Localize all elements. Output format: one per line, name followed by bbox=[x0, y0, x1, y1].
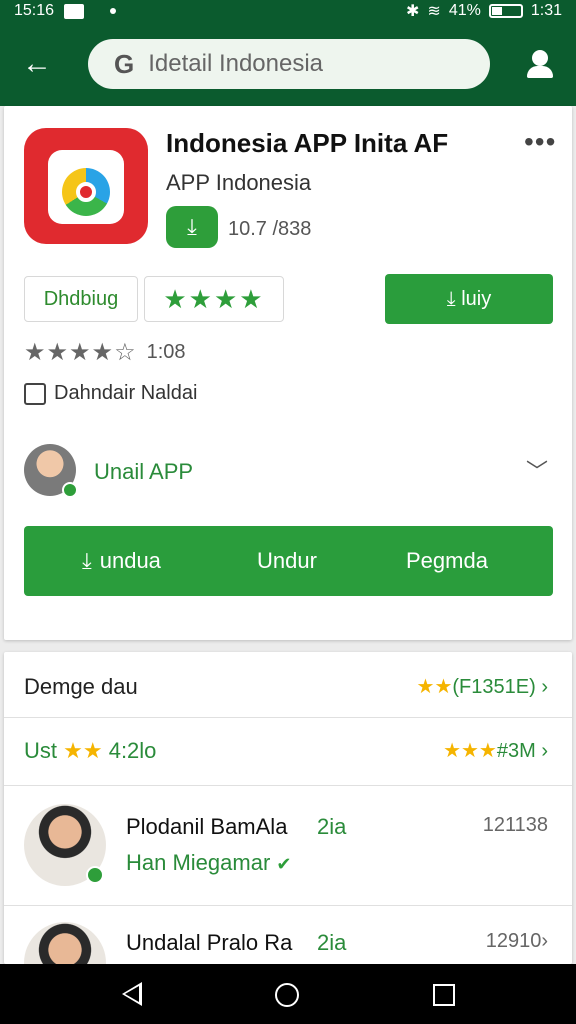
google-g-icon: G bbox=[114, 48, 135, 79]
install-button[interactable]: ⤓ luiy bbox=[385, 274, 553, 324]
download-action-label: undua bbox=[99, 548, 161, 573]
app-title: Indonesia APP Inita AF bbox=[166, 128, 449, 158]
chevron-down-icon[interactable]: ﹀ bbox=[526, 454, 548, 486]
app-bar: ← G Idetail Indonesia bbox=[0, 22, 576, 106]
pegmda-action-button[interactable]: Pegmda bbox=[406, 548, 488, 574]
review-item[interactable]: Undalal Pralo Ra 2ia 12910› bbox=[4, 906, 572, 964]
nav-home-icon[interactable] bbox=[275, 983, 299, 1007]
app-publisher[interactable]: APP Indonesia bbox=[166, 170, 311, 196]
search-input[interactable]: G Idetail Indonesia bbox=[88, 39, 490, 89]
user-ratings-stars-right: ★★★ bbox=[443, 740, 497, 762]
checkbox-icon bbox=[24, 382, 46, 405]
review-date-text: 12910 bbox=[485, 930, 542, 952]
reviewer-avatar bbox=[24, 804, 106, 886]
user-ratings-value-left: 4:2lo bbox=[108, 738, 157, 763]
verified-check-icon: ✔ bbox=[276, 854, 292, 874]
user-ratings-row[interactable]: Ust ★★ 4:2lo ★★★#3M › bbox=[4, 718, 572, 786]
battery-icon bbox=[488, 4, 523, 18]
review-date: 12910› bbox=[486, 930, 548, 953]
bluetooth-icon: ✱ bbox=[406, 3, 420, 20]
user-ratings-summary: ★★★#3M › bbox=[443, 738, 548, 763]
rating-value: 1:08 bbox=[146, 341, 186, 363]
wifi-icon: ≋ bbox=[427, 3, 441, 20]
review-item[interactable]: Plodanil BamAla 2ia 121138 Han Miegamar … bbox=[4, 786, 572, 906]
app-detail-card: Indonesia APP Inita AF ••• APP Indonesia… bbox=[4, 106, 572, 640]
info-text: Dahndair Naldai bbox=[54, 382, 198, 404]
user-ratings-value-right: #3M bbox=[496, 740, 536, 762]
user-ratings-title: Ust bbox=[24, 738, 57, 763]
rating-stars: ★★★★☆ bbox=[24, 339, 137, 366]
ratings-row[interactable]: Demge dau ★★(F1351E) › bbox=[4, 652, 572, 718]
review-subtitle-text: Han Miegamar bbox=[126, 850, 271, 875]
download-action-button[interactable]: ⤓ undua bbox=[82, 548, 161, 574]
nav-recent-icon[interactable] bbox=[433, 984, 455, 1006]
review-date: 121138 bbox=[482, 814, 548, 836]
developer-name[interactable]: Unail APP bbox=[94, 459, 193, 485]
download-icon: ⤓ bbox=[166, 206, 218, 248]
chevron-right-icon: › bbox=[541, 740, 548, 762]
info-row[interactable]: Dahndair Naldai bbox=[24, 382, 197, 405]
app-icon bbox=[24, 128, 148, 244]
nav-back-icon[interactable] bbox=[122, 982, 142, 1006]
reviewer-name: Plodanil BamAla bbox=[126, 814, 288, 839]
ratings-value: (F1351E) bbox=[452, 676, 536, 698]
verified-icon bbox=[86, 866, 104, 884]
rating-row: ★★★★☆ 1:08 bbox=[24, 338, 186, 367]
system-nav-bar bbox=[0, 964, 576, 1024]
reviews-card: Demge dau ★★(F1351E) › Ust ★★ 4:2lo ★★★#… bbox=[4, 652, 572, 964]
status-time: 15:16 bbox=[14, 2, 55, 19]
download-count: 10.7 /838 bbox=[228, 218, 312, 240]
reviewer-avatar bbox=[24, 922, 106, 964]
action-bar: ⤓ undua Undur Pegmda bbox=[24, 526, 553, 596]
review-tag: 2ia bbox=[317, 814, 347, 839]
user-ratings-label: Ust ★★ 4:2lo bbox=[24, 738, 156, 764]
reviewer-name: Undalal Pralo Ra bbox=[126, 930, 293, 955]
verified-icon bbox=[62, 482, 78, 498]
review-tag: 2ia bbox=[317, 930, 347, 955]
search-placeholder: Idetail Indonesia bbox=[148, 50, 324, 77]
status-bar: 15:16 ✱ ≋ 41% 1:31 bbox=[0, 0, 576, 22]
user-ratings-stars-left: ★★ bbox=[63, 738, 103, 763]
battery-percent: 41% bbox=[448, 2, 481, 19]
download-action-icon: ⤓ bbox=[82, 548, 92, 573]
review-subtitle: Han Miegamar ✔ bbox=[126, 850, 292, 876]
chip-category[interactable]: Dhdbiug bbox=[24, 276, 138, 322]
account-icon[interactable] bbox=[524, 48, 556, 80]
status-clock-right: 1:31 bbox=[530, 2, 562, 19]
developer-avatar[interactable] bbox=[24, 444, 78, 498]
back-arrow-icon[interactable]: ← bbox=[22, 48, 54, 80]
ratings-stars: ★★ bbox=[416, 676, 453, 698]
notification-icon bbox=[64, 3, 85, 19]
install-icon: ⤓ bbox=[446, 287, 462, 310]
more-icon[interactable]: ••• bbox=[524, 126, 556, 158]
chevron-right-icon: › bbox=[541, 676, 548, 698]
chevron-right-icon: › bbox=[541, 930, 548, 952]
ratings-label: Demge dau bbox=[24, 674, 138, 699]
install-label: luiy bbox=[461, 287, 492, 310]
undur-action-button[interactable]: Undur bbox=[257, 548, 317, 574]
dot-icon bbox=[110, 8, 117, 14]
chip-stars[interactable]: ★★★★ bbox=[144, 276, 284, 322]
ratings-summary: ★★(F1351E) › bbox=[417, 674, 548, 699]
